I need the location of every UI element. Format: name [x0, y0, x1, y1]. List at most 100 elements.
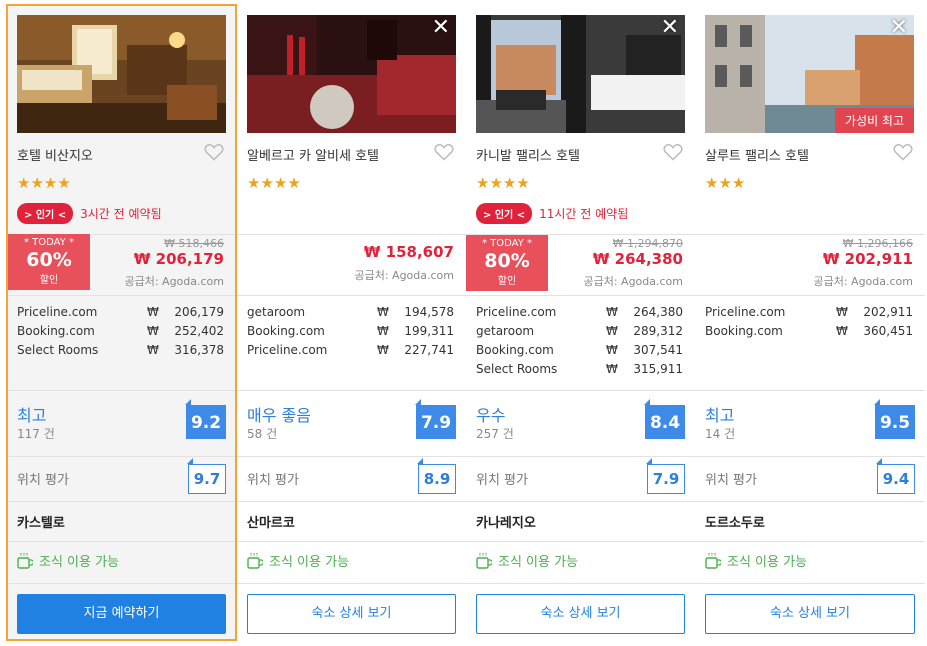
star-rating: ★★★★ [17, 174, 71, 192]
offer-source: Booking.com [17, 324, 95, 338]
divider [237, 501, 466, 502]
review-score-badge[interactable]: 7.9 [415, 399, 456, 439]
divider [8, 390, 235, 391]
hotel-card[interactable]: ✕ 알베르고 카 알비세 호텔 ★★★★ ₩ 158,607 공급처: Agod… [237, 5, 467, 640]
offer-source: Booking.com [705, 324, 783, 338]
offer-row[interactable]: Select Rooms ₩315,911 [476, 360, 683, 379]
offer-currency: ₩ [606, 324, 618, 338]
supplier: 공급처: Agoda.com [813, 275, 913, 288]
rating-word: 매우 좋음 [247, 406, 311, 425]
location-score-badge: 9.7 [187, 458, 226, 494]
close-icon[interactable]: ✕ [661, 17, 679, 39]
rating-word: 우수 [476, 406, 506, 425]
offer-source: getaroom [476, 324, 535, 338]
discount-percent: 80% [484, 250, 530, 272]
offer-row[interactable]: Select Rooms ₩316,378 [17, 341, 224, 360]
view-details-button[interactable]: 숙소 상세 보기 [247, 594, 456, 634]
deal-price[interactable]: ₩ 206,179 [134, 250, 224, 268]
divider [8, 456, 235, 457]
price-offers: Priceline.com ₩206,179 Booking.com ₩252,40… [17, 303, 224, 360]
coffee-cup-icon [705, 552, 721, 569]
breakfast-text: 조식 이용 가능 [498, 555, 579, 570]
district-name: 산마르코 [247, 516, 295, 531]
divider [695, 295, 925, 296]
offer-row[interactable]: Booking.com ₩252,402 [17, 322, 224, 341]
popular-badge: > 인기 < [17, 203, 74, 224]
offer-row[interactable]: Priceline.com ₩202,911 [705, 303, 913, 322]
heart-icon[interactable] [663, 143, 683, 161]
review-score-badge[interactable]: 9.5 [874, 399, 915, 439]
original-price: ₩ 518,466 [164, 237, 224, 250]
offer-amount: 315,911 [633, 362, 683, 376]
view-details-button[interactable]: 숙소 상세 보기 [705, 594, 915, 634]
heart-icon[interactable] [434, 143, 454, 161]
hotel-results: 호텔 비산지오 ★★★★ > 인기 < 3시간 전 예약됨 * TODAY * … [0, 0, 927, 646]
recent-booking-text: 3시간 전 예약됨 [80, 207, 162, 221]
divider [8, 541, 235, 542]
location-rating-label: 위치 평가 [247, 473, 299, 488]
offer-row[interactable]: Priceline.com ₩206,179 [17, 303, 224, 322]
offer-row[interactable]: getaroom ₩194,578 [247, 303, 454, 322]
offer-row[interactable]: getaroom ₩289,312 [476, 322, 683, 341]
divider [695, 390, 925, 391]
offer-currency: ₩ [377, 305, 389, 319]
offer-amount: 252,402 [174, 324, 224, 338]
divider [237, 456, 466, 457]
book-now-button[interactable]: 지금 예약하기 [17, 594, 226, 634]
offer-amount: 360,451 [863, 324, 913, 338]
offer-source: getaroom [247, 305, 306, 319]
offer-row[interactable]: Booking.com ₩360,451 [705, 322, 913, 341]
offer-row[interactable]: Booking.com ₩307,541 [476, 341, 683, 360]
offer-currency: ₩ [147, 324, 159, 338]
district-name: 카나레지오 [476, 516, 536, 531]
close-icon[interactable]: ✕ [890, 17, 908, 39]
location-score-badge: 8.9 [417, 458, 456, 494]
divider [237, 390, 466, 391]
breakfast-info: 조식 이용 가능 [247, 551, 349, 570]
offer-row[interactable]: Priceline.com ₩264,380 [476, 303, 683, 322]
offer-currency: ₩ [377, 343, 389, 357]
offer-amount: 307,541 [633, 343, 683, 357]
offer-row[interactable]: Booking.com ₩199,311 [247, 322, 454, 341]
hotel-photo[interactable]: ✕ [247, 15, 456, 133]
deal-price[interactable]: ₩ 264,380 [593, 250, 683, 268]
breakfast-info: 조식 이용 가능 [476, 551, 578, 570]
deal-price[interactable]: ₩ 158,607 [364, 243, 454, 261]
price-offers: Priceline.com ₩264,380 getaroom ₩289,312 B… [476, 303, 683, 379]
hotel-photo[interactable]: ✕ 가성비 최고 [705, 15, 914, 133]
hotel-card[interactable]: ✕ 가성비 최고 살루트 팰리스 호텔 ★★★ ₩ 1,296,166 ₩ 20… [695, 5, 925, 640]
hotel-card[interactable]: ✕ 카니발 팰리스 호텔 ★★★★ > 인기 < 11시간 전 예약됨 * TO… [466, 5, 696, 640]
hotel-photo[interactable] [17, 15, 226, 133]
star-rating: ★★★ [705, 174, 746, 192]
star-rating: ★★★★ [247, 174, 301, 192]
review-score-badge[interactable]: 8.4 [644, 399, 685, 439]
today-discount-badge: * TODAY * 80% 할인 [466, 235, 548, 291]
heart-icon[interactable] [893, 143, 913, 161]
offer-row[interactable]: Priceline.com ₩227,741 [247, 341, 454, 360]
offer-source: Priceline.com [17, 305, 98, 319]
divider [695, 456, 925, 457]
hotel-name[interactable]: 살루트 팰리스 호텔 [705, 145, 809, 164]
hotel-name[interactable]: 카니발 팰리스 호텔 [476, 145, 580, 164]
divider [695, 541, 925, 542]
location-rating-label: 위치 평가 [476, 473, 528, 488]
divider [466, 390, 695, 391]
review-count[interactable]: 14 건 [705, 425, 735, 442]
divider [237, 295, 466, 296]
hotel-name[interactable]: 호텔 비산지오 [17, 145, 93, 164]
offer-currency: ₩ [836, 305, 848, 319]
review-count[interactable]: 117 건 [17, 425, 55, 442]
review-score-badge[interactable]: 9.2 [185, 399, 226, 439]
review-count[interactable]: 257 건 [476, 425, 514, 442]
close-icon[interactable]: ✕ [432, 17, 450, 39]
review-count[interactable]: 58 건 [247, 425, 277, 442]
deal-price[interactable]: ₩ 202,911 [823, 250, 913, 268]
district-name: 카스텔로 [17, 516, 65, 531]
district-name: 도르소두로 [705, 516, 765, 531]
hotel-card-selected[interactable]: 호텔 비산지오 ★★★★ > 인기 < 3시간 전 예약됨 * TODAY * … [6, 4, 237, 641]
recent-booking-text: 11시간 전 예약됨 [539, 207, 629, 221]
hotel-name[interactable]: 알베르고 카 알비세 호텔 [247, 145, 379, 164]
heart-icon[interactable] [204, 143, 224, 161]
hotel-photo[interactable]: ✕ [476, 15, 685, 133]
view-details-button[interactable]: 숙소 상세 보기 [476, 594, 685, 634]
